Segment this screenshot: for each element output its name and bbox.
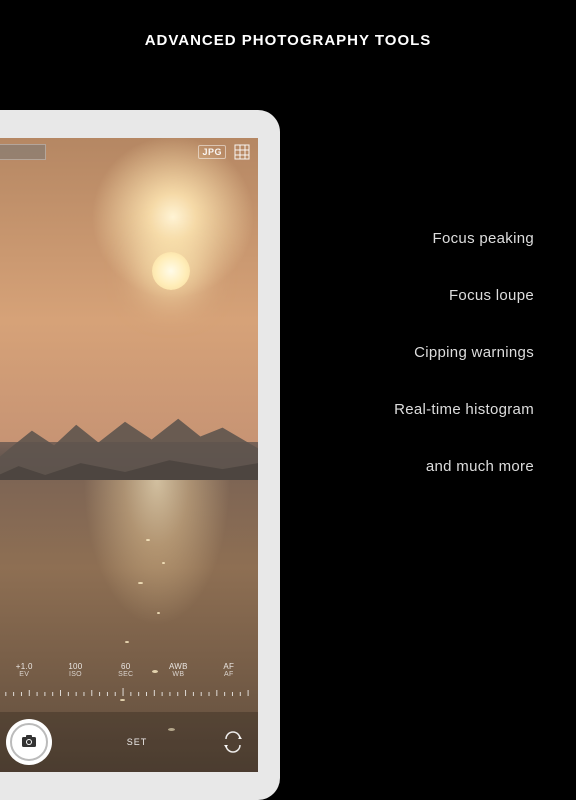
param-value: 100 [68,662,82,671]
param-value: AF [223,662,234,671]
histogram-preview[interactable] [0,144,46,160]
param-ev[interactable]: +1.0 EV [16,662,33,678]
tablet-device-frame: JPG +1.0 EV 100 ISO [0,110,280,800]
param-label: WB [169,671,188,678]
camera-swap-icon[interactable] [222,731,244,753]
format-badge[interactable]: JPG [198,145,226,159]
exposure-params: +1.0 EV 100 ISO 60 SEC AWB WB AF AF [0,662,252,678]
camera-viewfinder: JPG +1.0 EV 100 ISO [0,138,258,772]
param-sec[interactable]: 60 SEC [118,662,133,678]
param-af[interactable]: AF AF [223,662,234,678]
sun [152,252,190,290]
page-title: ADVANCED PHOTOGRAPHY TOOLS [0,32,576,49]
camera-icon [21,734,37,751]
feature-item: Real-time histogram [394,401,534,418]
feature-list: Focus peaking Focus loupe Cipping warnin… [394,230,534,515]
sky-backdrop [0,138,258,442]
shutter-button[interactable] [6,719,52,765]
param-label: EV [16,671,33,678]
param-label: ISO [68,671,82,678]
param-label: SEC [118,671,133,678]
bottom-bar: SET [0,712,258,772]
grid-icon[interactable] [234,144,250,160]
param-wb[interactable]: AWB WB [169,662,188,678]
param-value: AWB [169,662,188,671]
feature-item: Cipping warnings [394,344,534,361]
feature-item: and much more [394,458,534,475]
param-label: AF [223,671,234,678]
param-value: 60 [118,662,133,671]
viewfinder-top-controls: JPG [198,144,250,160]
shutter-inner [10,723,48,761]
feature-item: Focus peaking [394,230,534,247]
camera-controls: +1.0 EV 100 ISO 60 SEC AWB WB AF AF [0,662,258,772]
feature-item: Focus loupe [394,287,534,304]
param-value: +1.0 [16,662,33,671]
settings-button[interactable]: SET [121,733,154,751]
param-iso[interactable]: 100 ISO [68,662,82,678]
exposure-ruler[interactable] [0,684,252,700]
